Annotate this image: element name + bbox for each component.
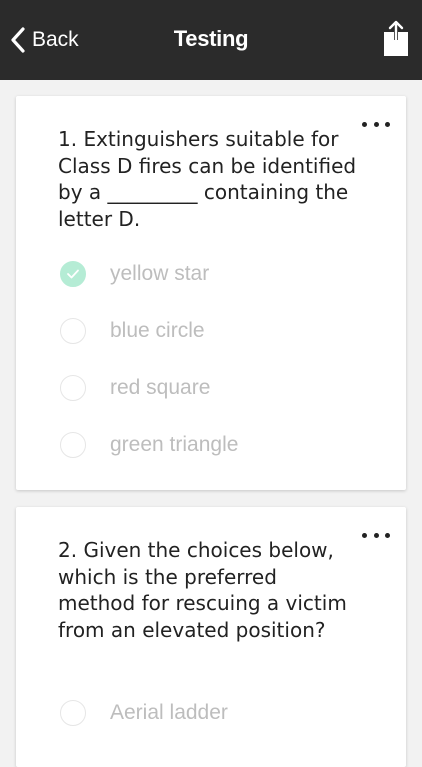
page-title: Testing <box>173 26 249 51</box>
question-text: 1. Extinguishers suitable for Class D fi… <box>58 127 357 231</box>
more-options-button[interactable] <box>362 118 390 130</box>
share-icon <box>384 20 408 56</box>
question-text: 2. Given the choices below, which is the… <box>58 538 347 642</box>
option-label: red square <box>110 376 211 399</box>
option-label: blue circle <box>110 319 205 342</box>
check-icon <box>67 269 79 279</box>
radio-button[interactable] <box>60 700 86 726</box>
answer-option[interactable]: green triangle <box>60 430 238 460</box>
answer-option[interactable]: blue circle <box>60 316 205 346</box>
answer-option[interactable]: yellow star <box>60 259 209 289</box>
option-label: Aerial ladder <box>110 701 228 724</box>
navigation-bar: Back Testing <box>0 0 422 80</box>
radio-button[interactable] <box>60 318 86 344</box>
question-card-1: 1. Extinguishers suitable for Class D fi… <box>16 96 406 490</box>
radio-button-selected[interactable] <box>60 261 86 287</box>
option-label: yellow star <box>110 262 210 285</box>
option-label: green triangle <box>110 433 239 456</box>
more-options-button[interactable] <box>362 529 390 541</box>
radio-button[interactable] <box>60 375 86 401</box>
answer-option[interactable]: Aerial ladder <box>60 698 228 728</box>
more-horizontal-icon <box>362 532 367 538</box>
question-card-2: 2. Given the choices below, which is the… <box>16 507 406 767</box>
radio-button[interactable] <box>60 432 86 458</box>
share-button[interactable] <box>380 18 412 58</box>
answer-option[interactable]: red square <box>60 373 210 403</box>
more-horizontal-icon <box>362 121 367 127</box>
